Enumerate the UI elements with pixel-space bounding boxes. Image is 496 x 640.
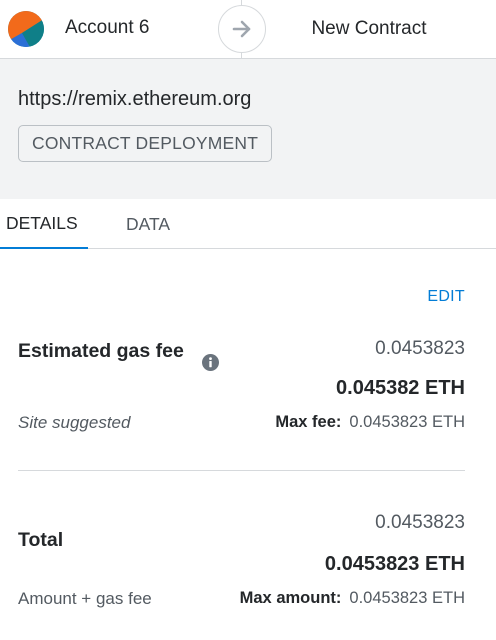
total-label: Total [18, 529, 64, 551]
origin-url: https://remix.ethereum.org [18, 88, 252, 110]
total-primary-value: 0.0453823 ETH [324, 553, 465, 575]
max-fee-line: Max fee: 0.0453823 ETH [275, 413, 465, 432]
origin-panel: https://remix.ethereum.org CONTRACT DEPL… [0, 59, 496, 199]
section-divider [18, 470, 465, 471]
max-amount-label: Max amount: [239, 589, 342, 607]
gas-fee-primary-value: 0.045382 ETH [336, 377, 465, 399]
max-amount-line: Max amount: 0.0453823 ETH [240, 589, 465, 608]
estimated-gas-fee-label: Estimated gas fee [18, 340, 184, 362]
edit-gas-link[interactable]: EDIT [427, 288, 465, 306]
total-sublabel: Amount + gas fee [18, 589, 152, 608]
max-fee-label: Max fee: [275, 413, 342, 431]
method-badge: CONTRACT DEPLOYMENT [18, 125, 273, 162]
gas-fee-sublabel: Site suggested [18, 413, 131, 432]
max-fee-value: 0.0453823 ETH [349, 413, 465, 431]
confirm-header: Account 6 New Contract [0, 0, 496, 59]
total-secondary-value: 0.0453823 [375, 512, 465, 533]
recipient-label[interactable]: New Contract [242, 0, 496, 58]
tab-details[interactable]: DETAILS [0, 199, 88, 249]
tab-data[interactable]: DATA [126, 199, 170, 249]
account-name: Account 6 [65, 17, 150, 38]
info-icon[interactable] [202, 354, 219, 371]
sender-account[interactable]: Account 6 [0, 0, 241, 58]
gas-fee-secondary-value: 0.0453823 [375, 338, 465, 359]
max-amount-value: 0.0453823 ETH [349, 589, 465, 607]
account-avatar-icon [8, 11, 44, 47]
tab-bar: DETAILS DATA [0, 199, 496, 249]
